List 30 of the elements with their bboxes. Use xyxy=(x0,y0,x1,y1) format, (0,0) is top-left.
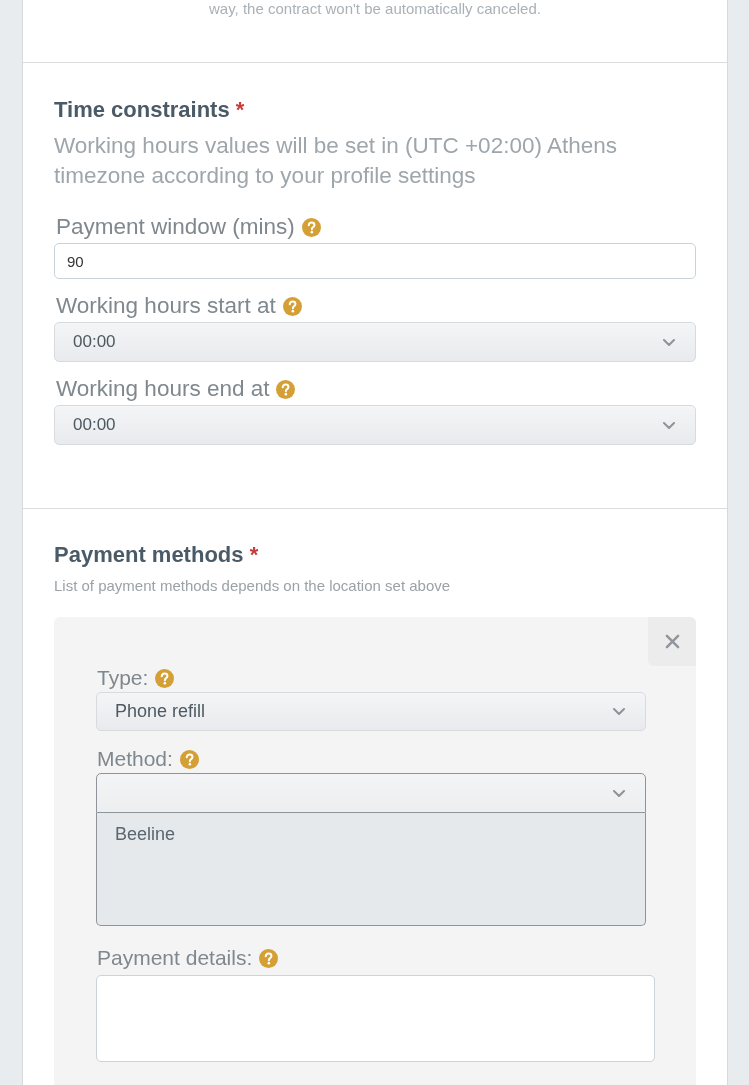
dropdown-select[interactable] xyxy=(96,773,646,813)
field-label: Working hours start at xyxy=(55,292,276,320)
help-icon[interactable] xyxy=(282,296,302,316)
field-label: Working hours end at xyxy=(55,375,270,403)
section-description: Working hours values will be set in (UTC +02:00) Athens timezone according to your profile settings xyxy=(54,132,618,190)
field-label: Method: xyxy=(96,746,173,772)
dropdown-select[interactable]: 00:00 xyxy=(54,405,696,445)
help-icon[interactable] xyxy=(259,948,279,968)
close-icon xyxy=(664,634,680,649)
dropdown-select[interactable]: 00:00 xyxy=(54,322,696,362)
section-title: Time constraints * xyxy=(54,96,246,124)
help-icon[interactable] xyxy=(179,749,199,769)
chevron-icon xyxy=(613,789,625,797)
help-icon[interactable] xyxy=(155,668,175,688)
dropdown-option[interactable]: Beeline xyxy=(97,822,645,846)
textarea-field[interactable] xyxy=(96,975,655,1062)
chevron-icon xyxy=(663,338,675,346)
dropdown-select[interactable]: Phone refill xyxy=(96,692,646,731)
help-icon[interactable] xyxy=(276,379,296,399)
close-button[interactable] xyxy=(648,617,696,666)
section-title: Payment methods * xyxy=(54,541,260,569)
field-label: Payment window (mins) xyxy=(55,213,295,241)
section-description: List of payment methods depends on the location set above xyxy=(54,576,452,596)
note-text: way, the contract won't be automatically canceled. xyxy=(209,0,541,17)
chevron-icon xyxy=(663,421,675,429)
help-icon[interactable] xyxy=(301,217,321,237)
field-label: Payment details: xyxy=(96,945,253,971)
field-label: Type: xyxy=(96,665,149,691)
text-input[interactable]: 90 xyxy=(54,243,696,279)
chevron-icon xyxy=(613,708,625,715)
